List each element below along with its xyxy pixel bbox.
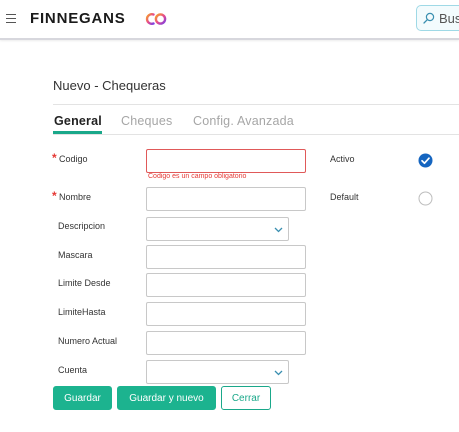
numero-actual-label: Numero Actual: [58, 336, 118, 346]
codigo-label: Codigo: [59, 154, 88, 164]
required-marker: *: [52, 189, 57, 203]
tab-config-avanzada[interactable]: Config. Avanzada: [193, 114, 294, 128]
save-and-new-button[interactable]: Guardar y nuevo: [117, 386, 216, 410]
close-button[interactable]: Cerrar: [221, 386, 271, 410]
checkbox-checked-icon[interactable]: [418, 153, 433, 168]
co-logo-icon: [145, 13, 167, 25]
mascara-label: Mascara: [58, 250, 93, 260]
nombre-label: Nombre: [59, 192, 92, 202]
search-icon: [423, 12, 435, 24]
cuenta-label: Cuenta: [58, 365, 88, 375]
cuenta-select[interactable]: [146, 360, 289, 384]
default-label: Default: [330, 192, 359, 202]
codigo-error-message: Codigo es un campo obligatorio: [148, 173, 247, 180]
active-tab-indicator: [53, 131, 102, 134]
descripcion-select[interactable]: [146, 217, 289, 241]
hamburger-icon[interactable]: [6, 14, 16, 23]
limite-hasta-field[interactable]: [146, 302, 306, 326]
search-input[interactable]: Bus: [416, 5, 459, 31]
numero-actual-field[interactable]: [146, 331, 306, 355]
top-bar: FINNEGANS Bus: [0, 0, 459, 40]
nombre-field[interactable]: [146, 187, 306, 211]
codigo-field[interactable]: [146, 149, 306, 173]
limite-desde-field[interactable]: [146, 273, 306, 297]
search-placeholder: Bus: [439, 11, 459, 26]
required-marker: *: [52, 151, 57, 165]
checkbox-empty-icon[interactable]: [418, 191, 433, 206]
mascara-field[interactable]: [146, 245, 306, 269]
save-button[interactable]: Guardar: [53, 386, 112, 410]
activo-label: Activo: [330, 154, 355, 164]
page-title: Nuevo - Chequeras: [53, 78, 166, 93]
title-divider: [53, 104, 459, 105]
tab-cheques[interactable]: Cheques: [121, 114, 172, 128]
tab-bar: General Cheques Config. Avanzada: [53, 114, 459, 135]
tab-general[interactable]: General: [54, 114, 102, 128]
chevron-down-icon: [274, 227, 283, 233]
limite-hasta-label: LimiteHasta: [58, 307, 106, 317]
chevron-down-icon: [274, 370, 283, 376]
limite-desde-label: Limite Desde: [58, 278, 111, 288]
brand-logo-text: FINNEGANS: [30, 10, 126, 27]
descripcion-label: Descripcion: [58, 221, 106, 231]
